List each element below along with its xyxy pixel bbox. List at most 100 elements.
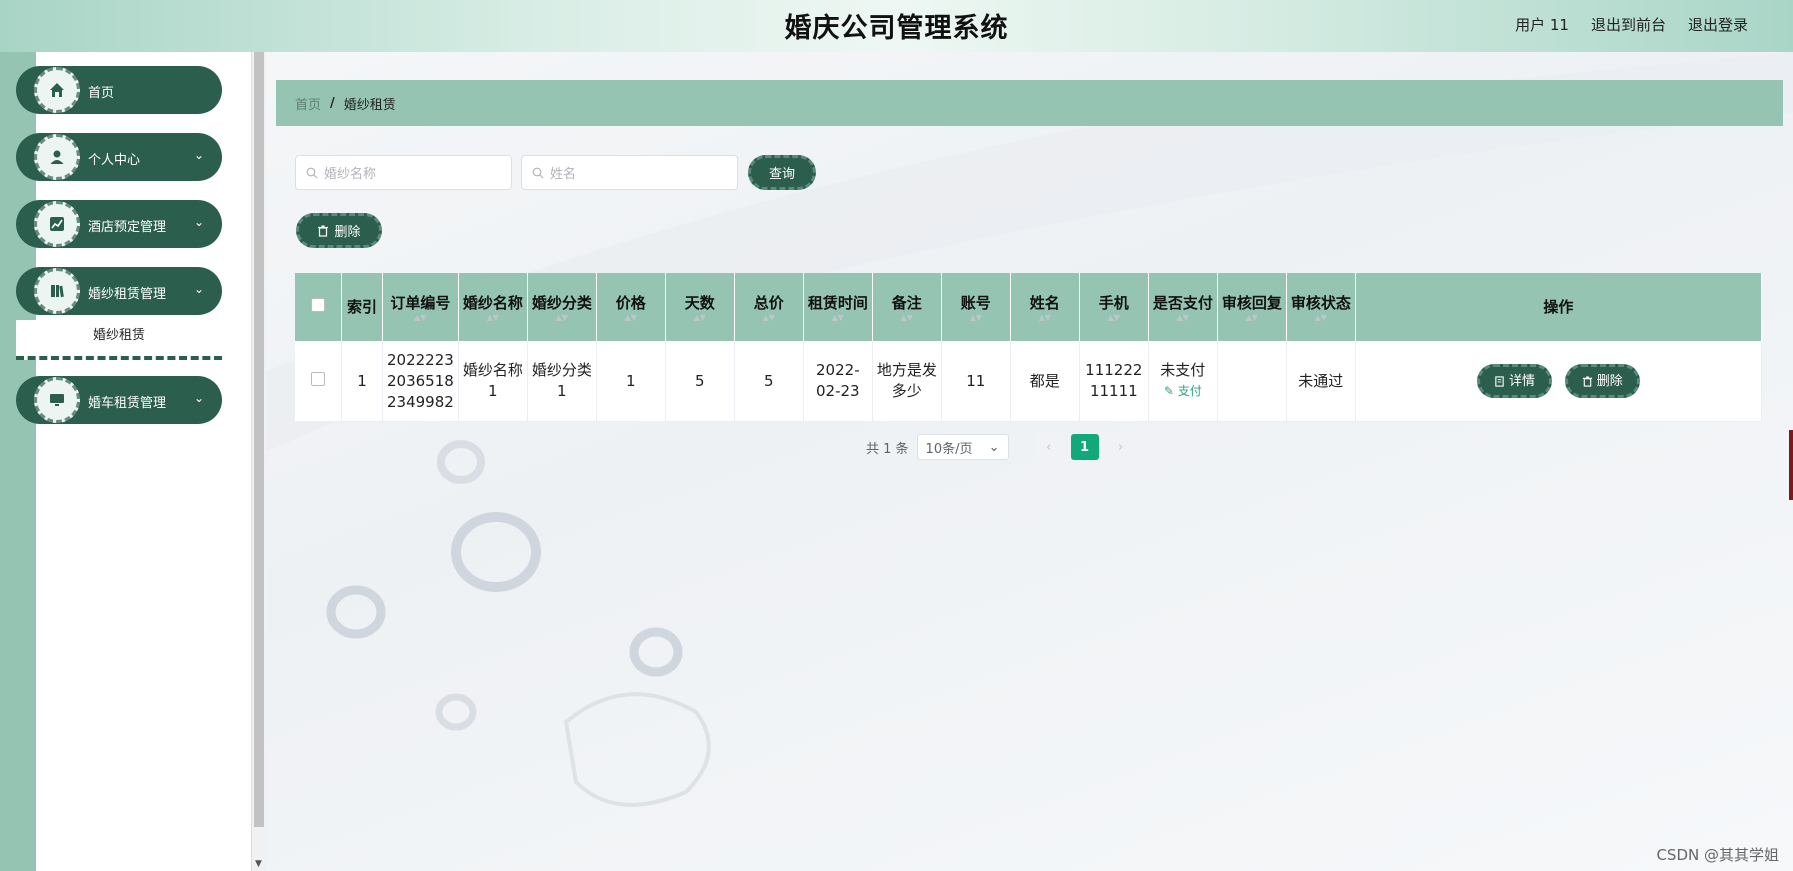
cell-status: 未通过: [1286, 341, 1356, 422]
dress-rental-table: 索引 订单编号 ▲▼ 婚纱名称 ▲▼ 婚纱分类 ▲▼ 价格 ▲▼ 天数 ▲▼ 总价 ▲▼ 租…: [295, 273, 1763, 422]
next-page-button[interactable]: ›: [1106, 434, 1135, 460]
select-all-checkbox[interactable]: [311, 297, 325, 312]
row-checkbox[interactable]: [311, 371, 325, 386]
breadcrumb: 首页 / 婚纱租赁: [276, 80, 1783, 126]
cell-remark: 地方是发多少: [872, 341, 942, 422]
col-index[interactable]: 索引: [341, 273, 383, 341]
dress-name-search-input[interactable]: 婚纱名称: [295, 155, 512, 190]
col-rent-time[interactable]: 租赁时间 ▲▼: [803, 273, 873, 341]
search-icon: [306, 167, 318, 178]
row-delete-button[interactable]: 删除: [1564, 364, 1640, 398]
sort-icon[interactable]: ▲▼: [463, 313, 523, 322]
sort-icon[interactable]: ▲▼: [601, 313, 661, 322]
exit-to-front-link[interactable]: 退出到前台: [1591, 14, 1666, 35]
sort-icon[interactable]: ▲▼: [670, 313, 730, 322]
col-total[interactable]: 总价 ▲▼: [734, 273, 804, 341]
chevron-down-icon: ⌄: [193, 215, 204, 229]
sort-icon[interactable]: ▲▼: [1153, 313, 1213, 322]
chevron-down-icon: ⌄: [193, 148, 204, 162]
detail-button-label: 详情: [1509, 373, 1536, 389]
sort-icon[interactable]: ▲▼: [532, 313, 592, 322]
logout-link[interactable]: 退出登录: [1688, 14, 1748, 35]
chart-icon: [34, 201, 80, 247]
chevron-down-icon: ⌄: [193, 282, 204, 296]
user-name-link[interactable]: 用户 11: [1515, 14, 1569, 35]
sort-icon[interactable]: ▲▼: [1084, 313, 1144, 322]
detail-button[interactable]: 详情: [1477, 364, 1553, 398]
sort-icon[interactable]: ▲▼: [808, 313, 868, 322]
row-select-cell[interactable]: [295, 341, 342, 422]
col-phone[interactable]: 手机 ▲▼: [1079, 273, 1149, 341]
sidebar-scrollbar[interactable]: ▼: [251, 52, 266, 871]
cell-dress-name: 婚纱名称1: [458, 341, 528, 422]
sort-icon[interactable]: ▲▼: [877, 313, 937, 322]
paid-status: 未支付: [1160, 361, 1206, 379]
select-all-cell[interactable]: [295, 273, 342, 341]
sidebar-item-car-rental[interactable]: 婚车租赁管理 ⌄: [16, 376, 222, 424]
book-icon: [34, 268, 80, 314]
sort-icon[interactable]: ▲▼: [387, 313, 454, 322]
submenu-item-dress-rental[interactable]: 婚纱租赁: [16, 320, 222, 360]
cell-index: 1: [341, 341, 383, 422]
cell-real-name: 都是: [1010, 341, 1080, 422]
col-paid[interactable]: 是否支付 ▲▼: [1148, 273, 1218, 341]
page-size-select[interactable]: 10条/页 ⌄: [916, 434, 1009, 460]
monitor-icon: [34, 377, 80, 423]
sort-icon[interactable]: ▲▼: [1015, 313, 1075, 322]
top-header: 婚庆公司管理系统 用户 11 退出到前台 退出登录: [0, 0, 1793, 52]
delete-button-label: 删除: [334, 225, 361, 240]
sort-icon[interactable]: ▲▼: [739, 313, 799, 322]
col-reply[interactable]: 审核回复 ▲▼: [1217, 273, 1287, 341]
sidebar-item-label: 婚纱租赁管理: [88, 287, 167, 302]
table-row: 1 2022223 2036518 2349982 婚纱名称1 婚纱分类1 1 …: [295, 341, 1763, 422]
col-days[interactable]: 天数 ▲▼: [665, 273, 735, 341]
col-dress-category[interactable]: 婚纱分类 ▲▼: [527, 273, 597, 341]
cell-reply: [1217, 341, 1287, 422]
sort-icon[interactable]: ▲▼: [1222, 313, 1282, 322]
watermark: CSDN @其其学姐: [1656, 846, 1779, 864]
document-icon: [1495, 375, 1504, 387]
batch-delete-button[interactable]: 删除: [296, 213, 382, 248]
sort-icon[interactable]: ▲▼: [1291, 313, 1351, 322]
search-icon: [532, 167, 544, 178]
prev-page-button[interactable]: ‹: [1034, 434, 1063, 460]
query-button-label: 查询: [768, 167, 795, 182]
pagination: 共 1 条 10条/页 ⌄ ‹ 1 ›: [866, 434, 1135, 460]
search-placeholder: 姓名: [550, 167, 577, 182]
pagination-total: 共 1 条: [866, 441, 909, 457]
sidebar-item-label: 首页: [88, 86, 115, 101]
top-links: 用户 11 退出到前台 退出登录: [1515, 14, 1748, 35]
sidebar-item-personal-center[interactable]: 个人中心 ⌄: [16, 133, 222, 181]
chevron-right-icon: ›: [1117, 439, 1124, 455]
row-delete-button-label: 删除: [1596, 373, 1623, 389]
scrollbar-thumb[interactable]: [254, 52, 264, 827]
cell-actions: 详情 删除: [1355, 341, 1763, 422]
right-edge-decor: [1789, 430, 1793, 500]
sidebar-item-home[interactable]: 首页: [16, 66, 222, 114]
col-account[interactable]: 账号 ▲▼: [941, 273, 1011, 341]
col-order-no[interactable]: 订单编号 ▲▼: [382, 273, 459, 341]
col-status[interactable]: 审核状态 ▲▼: [1286, 273, 1356, 341]
breadcrumb-home[interactable]: 首页: [295, 94, 321, 113]
pay-link[interactable]: ✎ 支付: [1153, 381, 1213, 402]
sidebar-item-dress-rental[interactable]: 婚纱租赁管理 ⌄: [16, 267, 222, 315]
user-name-search-input[interactable]: 姓名: [521, 155, 738, 190]
col-actions: 操作: [1355, 273, 1763, 341]
sidebar-item-hotel-booking[interactable]: 酒店预定管理 ⌄: [16, 200, 222, 248]
cell-total: 5: [734, 341, 804, 422]
sidebar-item-label: 酒店预定管理: [88, 220, 167, 235]
trash-icon: [1582, 375, 1592, 387]
col-price[interactable]: 价格 ▲▼: [596, 273, 666, 341]
sort-icon[interactable]: ▲▼: [946, 313, 1006, 322]
cell-account: 11: [941, 341, 1011, 422]
col-remark[interactable]: 备注 ▲▼: [872, 273, 942, 341]
breadcrumb-separator: /: [330, 95, 335, 111]
table-header-row: 索引 订单编号 ▲▼ 婚纱名称 ▲▼ 婚纱分类 ▲▼ 价格 ▲▼ 天数 ▲▼ 总价 ▲▼ 租…: [295, 273, 1763, 341]
scroll-down-arrow-icon[interactable]: ▼: [255, 859, 262, 869]
chevron-down-icon: ⌄: [193, 391, 204, 405]
col-dress-name[interactable]: 婚纱名称 ▲▼: [458, 273, 528, 341]
page-number-current[interactable]: 1: [1070, 434, 1099, 460]
col-real-name[interactable]: 姓名 ▲▼: [1010, 273, 1080, 341]
query-button[interactable]: 查询: [748, 155, 816, 190]
cell-days: 5: [665, 341, 735, 422]
